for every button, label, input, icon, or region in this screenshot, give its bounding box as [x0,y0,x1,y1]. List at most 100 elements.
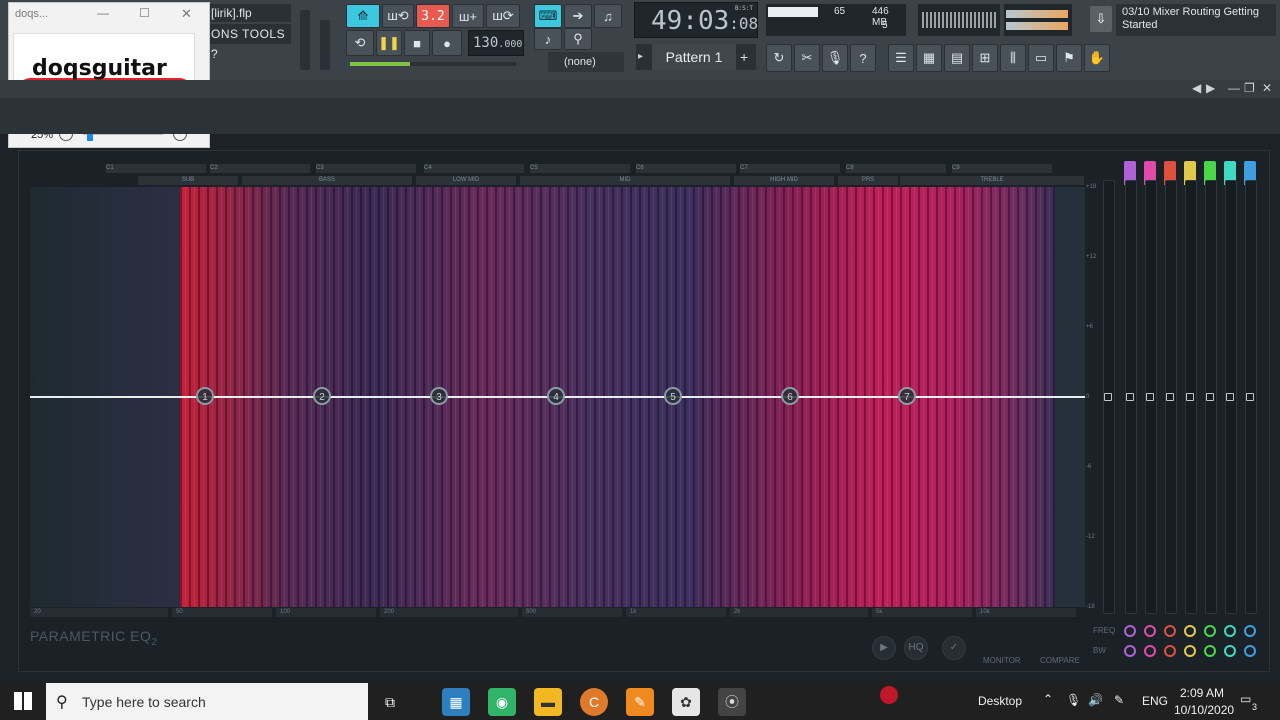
snap-button[interactable]: ♪ [534,28,562,50]
bw-knob-7[interactable] [1244,645,1256,657]
band-level-slider-1[interactable] [1125,180,1137,614]
channel-rack-icon[interactable]: ▤ [944,44,970,72]
freq-knob-4[interactable] [1184,625,1196,637]
slider-handle[interactable] [1226,393,1234,401]
loop-button[interactable]: ⟲ [346,30,374,56]
task-view-icon[interactable]: ⧉ [376,688,404,716]
tempo-display[interactable]: 130.000 [468,30,524,56]
hq-button[interactable]: HQ [904,636,928,660]
slider-handle[interactable] [1104,393,1112,401]
project-info-icon[interactable]: ▭ [1028,44,1054,72]
slider-handle[interactable] [1166,393,1174,401]
band-node-2[interactable]: 2 [313,387,331,405]
loop-record-button[interactable]: ш⟳ [486,4,520,28]
prev-preset-icon[interactable]: ◀ [1192,81,1201,95]
band-level-slider-5[interactable] [1205,180,1217,614]
game-app-icon[interactable]: ◉ [488,688,516,716]
window-restore-icon[interactable]: ❐ [1244,81,1255,95]
undo-history-icon[interactable]: ↻ [766,44,792,72]
fl-studio-app-icon[interactable]: ✎ [626,688,654,716]
freq-knob-5[interactable] [1204,625,1216,637]
channel-select[interactable]: (none) [548,52,624,72]
touch-controller-icon[interactable]: ✋ [1084,44,1110,72]
typing-keyboard-button[interactable]: ⌨ [534,4,562,28]
bw-knob-3[interactable] [1164,645,1176,657]
calculator-app-icon[interactable]: ▦ [442,688,470,716]
band-level-slider-3[interactable] [1165,180,1177,614]
mixer-icon[interactable]: ⫼ [1000,44,1026,72]
song-position-display[interactable]: 49:03:08 B:S:T [634,2,758,38]
monitor-label[interactable]: MONITOR [983,656,1021,665]
slider-handle[interactable] [1126,393,1134,401]
main-volume-bar[interactable] [350,62,516,66]
bw-knob-5[interactable] [1204,645,1216,657]
compare-label[interactable]: COMPARE [1040,656,1080,665]
band-level-slider-4[interactable] [1185,180,1197,614]
slider-handle[interactable] [1246,393,1254,401]
hint-bar[interactable]: 03/10 Mixer Routing Getting Started [1116,4,1276,36]
slider-handle[interactable] [1186,393,1194,401]
check-icon[interactable]: ✓ [942,636,966,660]
blend-notes-button[interactable]: ш+ [452,4,484,28]
freq-knob-3[interactable] [1164,625,1176,637]
clock-time[interactable]: 2:09 AM [1180,686,1224,700]
band-node-4[interactable]: 4 [547,387,565,405]
paint-app-icon[interactable]: ✿ [672,688,700,716]
windows-start-icon[interactable] [14,692,32,710]
recorder-app-icon[interactable]: ⦿ [718,688,746,716]
viewer-minimize-button[interactable]: — [97,6,109,20]
plugin-picker-icon[interactable]: ⚑ [1056,44,1082,72]
freq-knob-6[interactable] [1224,625,1236,637]
band-node-3[interactable]: 3 [430,387,448,405]
slider-handle[interactable] [1206,393,1214,401]
viewer-close-button[interactable]: ✕ [181,6,192,22]
help-icon[interactable]: ? [850,44,876,72]
notification-icon[interactable]: ▭ [1240,692,1251,706]
band-node-5[interactable]: 5 [664,387,682,405]
wait-for-input-button[interactable]: ♫ [594,4,622,28]
master-volume-slider[interactable] [300,10,310,70]
bw-knob-4[interactable] [1184,645,1196,657]
bw-knob-2[interactable] [1144,645,1156,657]
eq-graph[interactable]: 1 2 3 4 5 6 7 [30,187,1085,607]
step-edit-button[interactable]: ➔ [564,4,592,28]
window-minimize-icon[interactable]: — [1228,81,1240,95]
band-level-slider-6[interactable] [1225,180,1237,614]
pen-tray-icon[interactable]: ✎ [1114,693,1124,707]
ccleaner-app-icon[interactable]: C [580,688,608,716]
master-pitch-slider[interactable] [320,20,330,70]
pattern-prev-arrow[interactable]: ▸ [638,48,648,66]
metronome-button[interactable]: ш⟲ [382,4,414,28]
bw-knob-1[interactable] [1124,645,1136,657]
play-preview-icon[interactable]: ▶ [872,636,896,660]
download-icon[interactable]: ⇩ [1090,6,1112,32]
volume-tray-icon[interactable]: 🔊 [1088,693,1103,707]
viewer-maximize-button[interactable]: ☐ [139,6,150,20]
pattern-selector[interactable]: ▸ Pattern 1 + [636,44,756,70]
band-level-slider-2[interactable] [1145,180,1157,614]
cut-tool-icon[interactable]: ✂ [794,44,820,72]
main-menu[interactable]: ONS TOOLS ? [208,24,291,61]
band-node-6[interactable]: 6 [781,387,799,405]
piano-roll-icon[interactable]: ▦ [916,44,942,72]
band-level-slider-7[interactable] [1245,180,1257,614]
band-node-1[interactable]: 1 [196,387,214,405]
bw-knob-6[interactable] [1224,645,1236,657]
freq-knob-7[interactable] [1244,625,1256,637]
playlist-icon[interactable]: ☰ [888,44,914,72]
language-indicator[interactable]: ENG [1142,694,1168,708]
link-button[interactable]: ⚲ [564,28,592,50]
pat-song-toggle[interactable]: ⟰ [346,4,380,28]
window-close-icon[interactable]: ✕ [1262,81,1272,95]
freq-knob-1[interactable] [1124,625,1136,637]
slider-handle[interactable] [1146,393,1154,401]
band-node-7[interactable]: 7 [898,387,916,405]
freq-knob-2[interactable] [1144,625,1156,637]
browser-icon[interactable]: ⊞ [972,44,998,72]
record-button[interactable]: ● [432,30,462,56]
pause-button[interactable]: ❚❚ [376,30,402,56]
add-pattern-button[interactable]: + [740,48,754,66]
next-preset-icon[interactable]: ▶ [1206,81,1215,95]
clock-date[interactable]: 10/10/2020 [1174,703,1234,717]
master-level-slider[interactable] [1103,180,1115,614]
